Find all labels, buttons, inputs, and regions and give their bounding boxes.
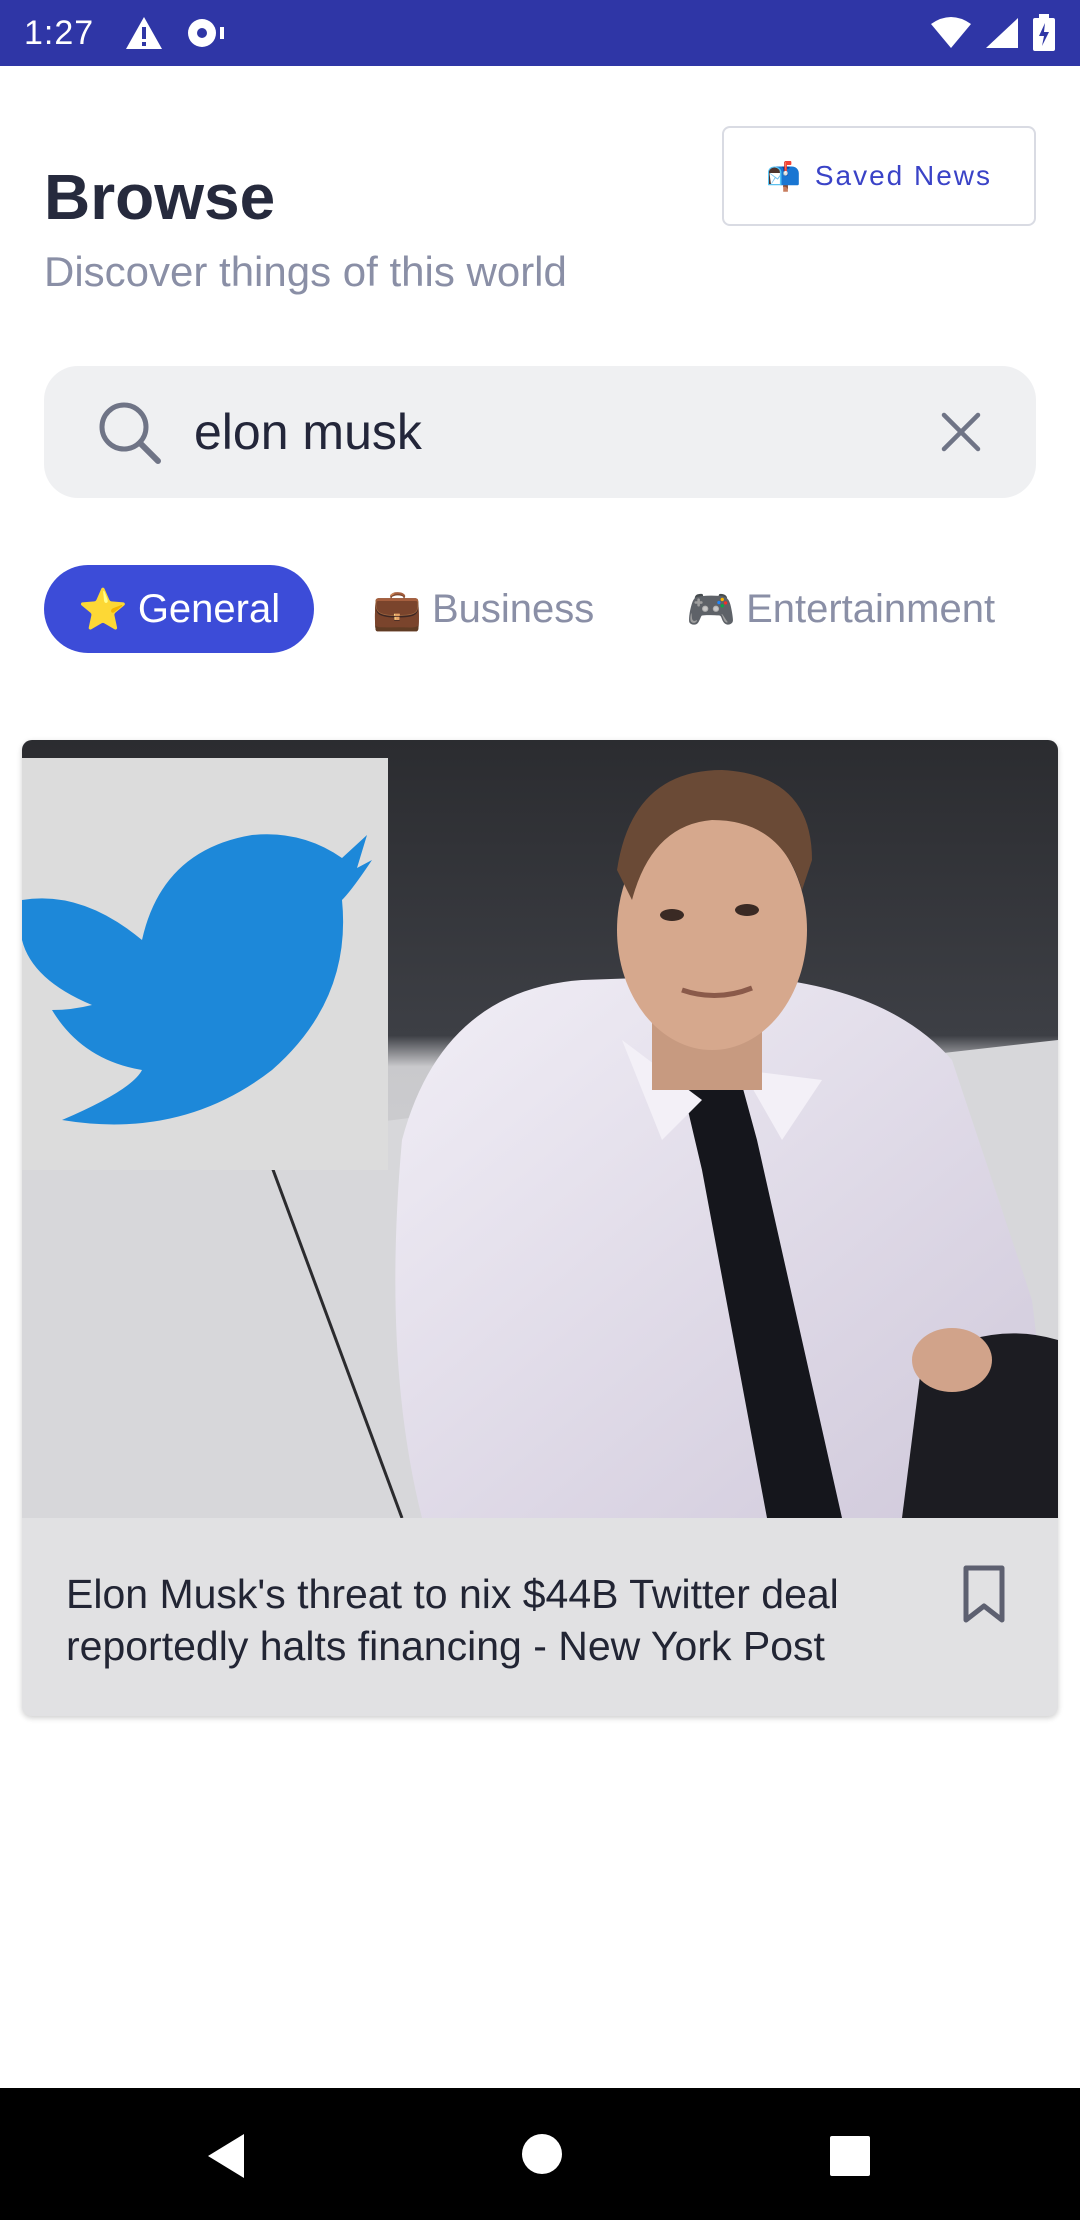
search-icon — [99, 402, 161, 464]
page-subtitle: Discover things of this world — [44, 248, 567, 295]
bookmark-icon[interactable] — [958, 1564, 1010, 1626]
news-caption: Elon Musk's threat to nix $44B Twitter d… — [22, 1518, 1058, 1716]
category-tabs: ⭐ General 💼 Business 🎮 Entertainment — [44, 565, 1029, 653]
recents-icon[interactable] — [828, 2134, 872, 2178]
news-card[interactable]: Elon Musk's threat to nix $44B Twitter d… — [22, 740, 1058, 1716]
news-image — [22, 740, 1058, 1518]
status-notification-icons — [124, 15, 228, 51]
close-icon[interactable] — [936, 407, 986, 457]
tab-entertainment[interactable]: 🎮 Entertainment — [652, 565, 1029, 653]
status-time: 1:27 — [24, 13, 95, 52]
status-system-icons — [930, 14, 1056, 52]
news-title[interactable]: Elon Musk's threat to nix $44B Twitter d… — [66, 1568, 906, 1672]
saved-news-button[interactable]: 📬 Saved News — [722, 126, 1036, 226]
mailbox-icon: 📬 — [765, 160, 803, 192]
saved-news-label: Saved News — [814, 160, 993, 191]
search-bar[interactable]: elon musk — [44, 366, 1036, 498]
tab-label: General — [137, 586, 281, 631]
signal-icon — [986, 18, 1018, 48]
tab-business[interactable]: 💼 Business — [338, 565, 628, 653]
tab-label: Entertainment — [746, 586, 996, 631]
search-input[interactable]: elon musk — [194, 403, 936, 461]
tab-label: Business — [431, 586, 595, 631]
screen: 1:27 Browse Discover things of this worl… — [0, 0, 1080, 2220]
briefcase-icon: 💼 — [372, 587, 422, 632]
gamepad-icon: 🎮 — [686, 587, 737, 632]
alert-icon — [126, 17, 163, 49]
star-icon: ⭐ — [78, 587, 128, 632]
battery-icon — [1033, 14, 1055, 51]
back-icon[interactable] — [204, 2132, 248, 2180]
wifi-icon — [931, 17, 971, 48]
home-icon[interactable] — [520, 2132, 564, 2176]
vpn-icon — [188, 19, 225, 47]
page-title: Browse — [44, 161, 276, 233]
status-bar: 1:27 — [0, 0, 1080, 66]
tab-general[interactable]: ⭐ General — [44, 565, 315, 653]
system-nav-bar — [0, 2088, 1080, 2220]
